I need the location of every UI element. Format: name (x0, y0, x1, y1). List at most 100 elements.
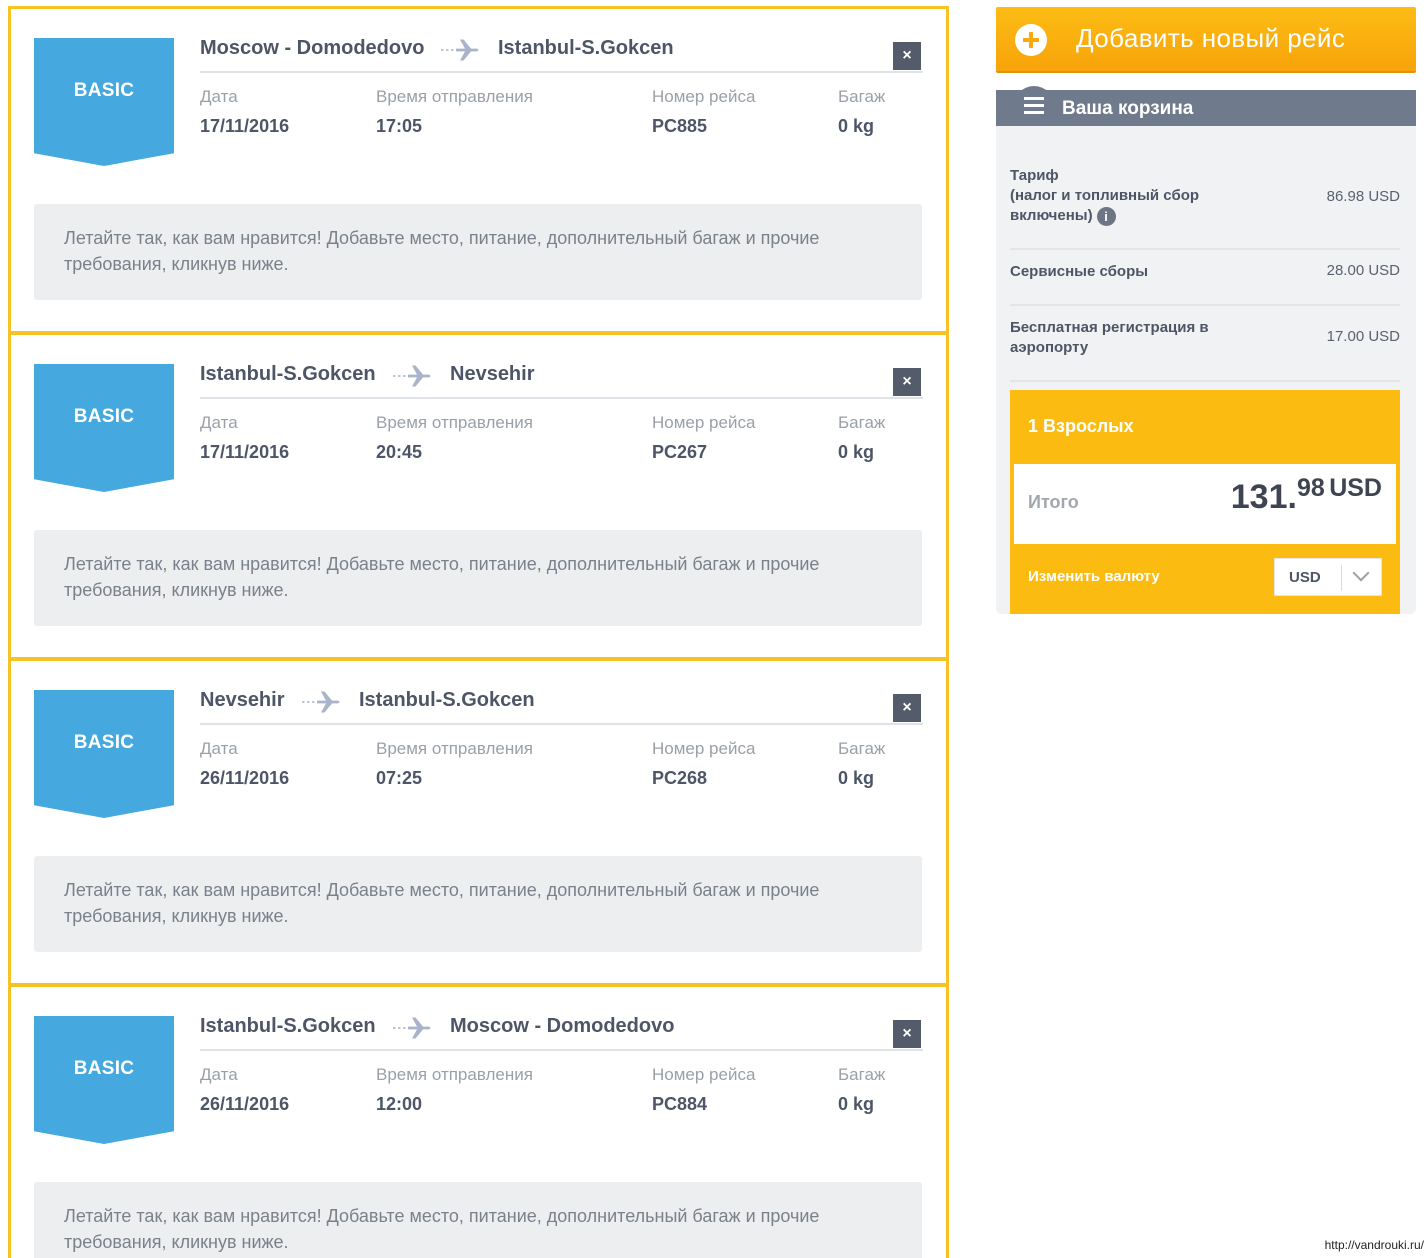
total-amount: 131.98 USD (1230, 474, 1382, 517)
route: Nevsehir Istanbul-S.Gokcen (200, 685, 923, 725)
destination-city: Istanbul-S.Gokcen (359, 689, 535, 711)
flight-card: BASIC Nevsehir Istanbul-S.Gokcen × Дата 26/11… (8, 658, 949, 986)
route: Istanbul-S.Gokcen Nevsehir (200, 359, 923, 399)
origin-city: Istanbul-S.Gokcen (200, 1015, 376, 1037)
date-column: Дата 17/11/2016 (200, 87, 289, 137)
flight-number-column: Номер рейса PC267 (652, 413, 755, 463)
baggage-label: Багаж (838, 1065, 886, 1084)
cart-title: Ваша корзина (1062, 98, 1194, 119)
departure-column: Время отправления 07:25 (376, 739, 533, 789)
flight-card: BASIC Istanbul-S.Gokcen Nevsehir × Дата 17/11… (8, 332, 949, 660)
baggage-label: Багаж (838, 739, 886, 758)
add-flight-label: Добавить новый рейс (1076, 23, 1346, 53)
baggage-column: Багаж 0 kg (838, 1065, 885, 1115)
departure-value: 17:05 (376, 116, 423, 136)
baggage-value: 0 kg (838, 768, 875, 788)
baggage-column: Багаж 0 kg (838, 87, 885, 137)
total-currency: USD (1329, 474, 1382, 502)
date-label: Дата (200, 87, 238, 106)
flight-number-label: Номер рейса (652, 739, 756, 758)
departure-column: Время отправления 12:00 (376, 1065, 533, 1115)
fare-tag: BASIC (34, 1016, 174, 1144)
plane-icon (441, 39, 479, 61)
flight-card: BASIC Istanbul-S.Gokcen Moscow - Domodedov… (8, 984, 949, 1258)
remove-flight-button[interactable]: × (893, 42, 921, 70)
date-label: Дата (200, 739, 238, 758)
destination-city: Nevsehir (450, 363, 535, 385)
departure-label: Время отправления (376, 739, 533, 758)
departure-value: 20:45 (376, 442, 423, 462)
service-fees-value: 28.00 USD (1326, 262, 1400, 279)
date-value: 26/11/2016 (200, 768, 290, 788)
flight-number-value: PC885 (652, 116, 708, 136)
date-value: 26/11/2016 (200, 1094, 290, 1114)
close-icon: × (902, 373, 912, 390)
extras-note[interactable]: Летайте так, как вам нравится! Добавьте … (34, 1182, 922, 1258)
date-value: 17/11/2016 (200, 116, 290, 136)
baggage-value: 0 kg (838, 442, 875, 462)
cart-row-checkin: Бесплатная регистрация в аэропорту 17.00… (1010, 306, 1400, 382)
baggage-label: Багаж (838, 87, 886, 106)
baggage-label: Багаж (838, 413, 886, 432)
date-column: Дата 17/11/2016 (200, 413, 289, 463)
service-fees-label: Сервисные сборы (1010, 263, 1149, 280)
watermark: http://vandrouki.ru/ (1324, 1238, 1424, 1252)
extras-note[interactable]: Летайте так, как вам нравится! Добавьте … (34, 856, 922, 952)
departure-value: 07:25 (376, 768, 423, 788)
flight-number-column: Номер рейса PC885 (652, 87, 755, 137)
plane-icon (302, 691, 340, 713)
fare-tag-label: BASIC (73, 406, 135, 427)
cart-header: Ваша корзина (996, 86, 1416, 126)
plane-icon (393, 1017, 431, 1039)
currency-select[interactable]: USD (1274, 558, 1382, 596)
add-flight-button[interactable]: Добавить новый рейс (996, 7, 1416, 71)
total-whole: 131. (1230, 478, 1297, 516)
flight-number-value: PC267 (652, 442, 708, 462)
date-label: Дата (200, 413, 238, 432)
flight-number-label: Номер рейса (652, 87, 756, 106)
date-value: 17/11/2016 (200, 442, 290, 462)
origin-city: Nevsehir (200, 689, 285, 711)
flight-list: BASIC Moscow - Domodedovo Istanbul-S.Gokce… (8, 6, 949, 1258)
remove-flight-button[interactable]: × (893, 368, 921, 396)
close-icon: × (902, 699, 912, 716)
fare-label: Тариф (налог и топливный сбор включены) i (1010, 166, 1199, 226)
date-column: Дата 26/11/2016 (200, 739, 289, 789)
baggage-value: 0 kg (838, 116, 875, 136)
checkin-label: Бесплатная регистрация в аэропорту (1010, 319, 1209, 356)
baggage-column: Багаж 0 kg (838, 739, 885, 789)
remove-flight-button[interactable]: × (893, 1020, 921, 1048)
destination-city: Istanbul-S.Gokcen (498, 37, 674, 59)
currency-selected: USD (1289, 569, 1321, 586)
flight-number-value: PC884 (652, 1094, 708, 1114)
fare-value: 86.98 USD (1326, 188, 1400, 205)
flight-number-column: Номер рейса PC268 (652, 739, 755, 789)
date-label: Дата (200, 1065, 238, 1084)
origin-city: Moscow - Domodedovo (200, 37, 425, 59)
info-icon[interactable]: i (1096, 206, 1116, 226)
route: Moscow - Domodedovo Istanbul-S.Gokcen (200, 33, 923, 73)
change-currency-label[interactable]: Изменить валюту (1028, 568, 1160, 585)
fare-tag-label: BASIC (73, 1058, 135, 1079)
flight-number-column: Номер рейса PC884 (652, 1065, 755, 1115)
baggage-column: Багаж 0 kg (838, 413, 885, 463)
flight-card: BASIC Moscow - Domodedovo Istanbul-S.Gokce… (8, 6, 949, 334)
plus-icon (1015, 24, 1047, 56)
origin-city: Istanbul-S.Gokcen (200, 363, 376, 385)
fare-tag: BASIC (34, 364, 174, 492)
extras-note[interactable]: Летайте так, как вам нравится! Добавьте … (34, 204, 922, 300)
departure-label: Время отправления (376, 1065, 533, 1084)
route: Istanbul-S.Gokcen Moscow - Domodedovo (200, 1011, 923, 1051)
departure-label: Время отправления (376, 413, 533, 432)
departure-column: Время отправления 20:45 (376, 413, 533, 463)
remove-flight-button[interactable]: × (893, 694, 921, 722)
departure-value: 12:00 (376, 1094, 423, 1114)
flight-number-label: Номер рейса (652, 1065, 756, 1084)
menu-icon[interactable] (1014, 86, 1054, 126)
departure-label: Время отправления (376, 87, 533, 106)
extras-note[interactable]: Летайте так, как вам нравится! Добавьте … (34, 530, 922, 626)
cart-row-service-fees: Сервисные сборы 28.00 USD (1010, 250, 1400, 306)
total-box: 1 Взрослых Итого 131.98 USD Изменить вал… (1010, 390, 1400, 614)
cart-panel: Ваша корзина Тариф (налог и топливный сб… (996, 86, 1416, 614)
fare-tag: BASIC (34, 690, 174, 818)
